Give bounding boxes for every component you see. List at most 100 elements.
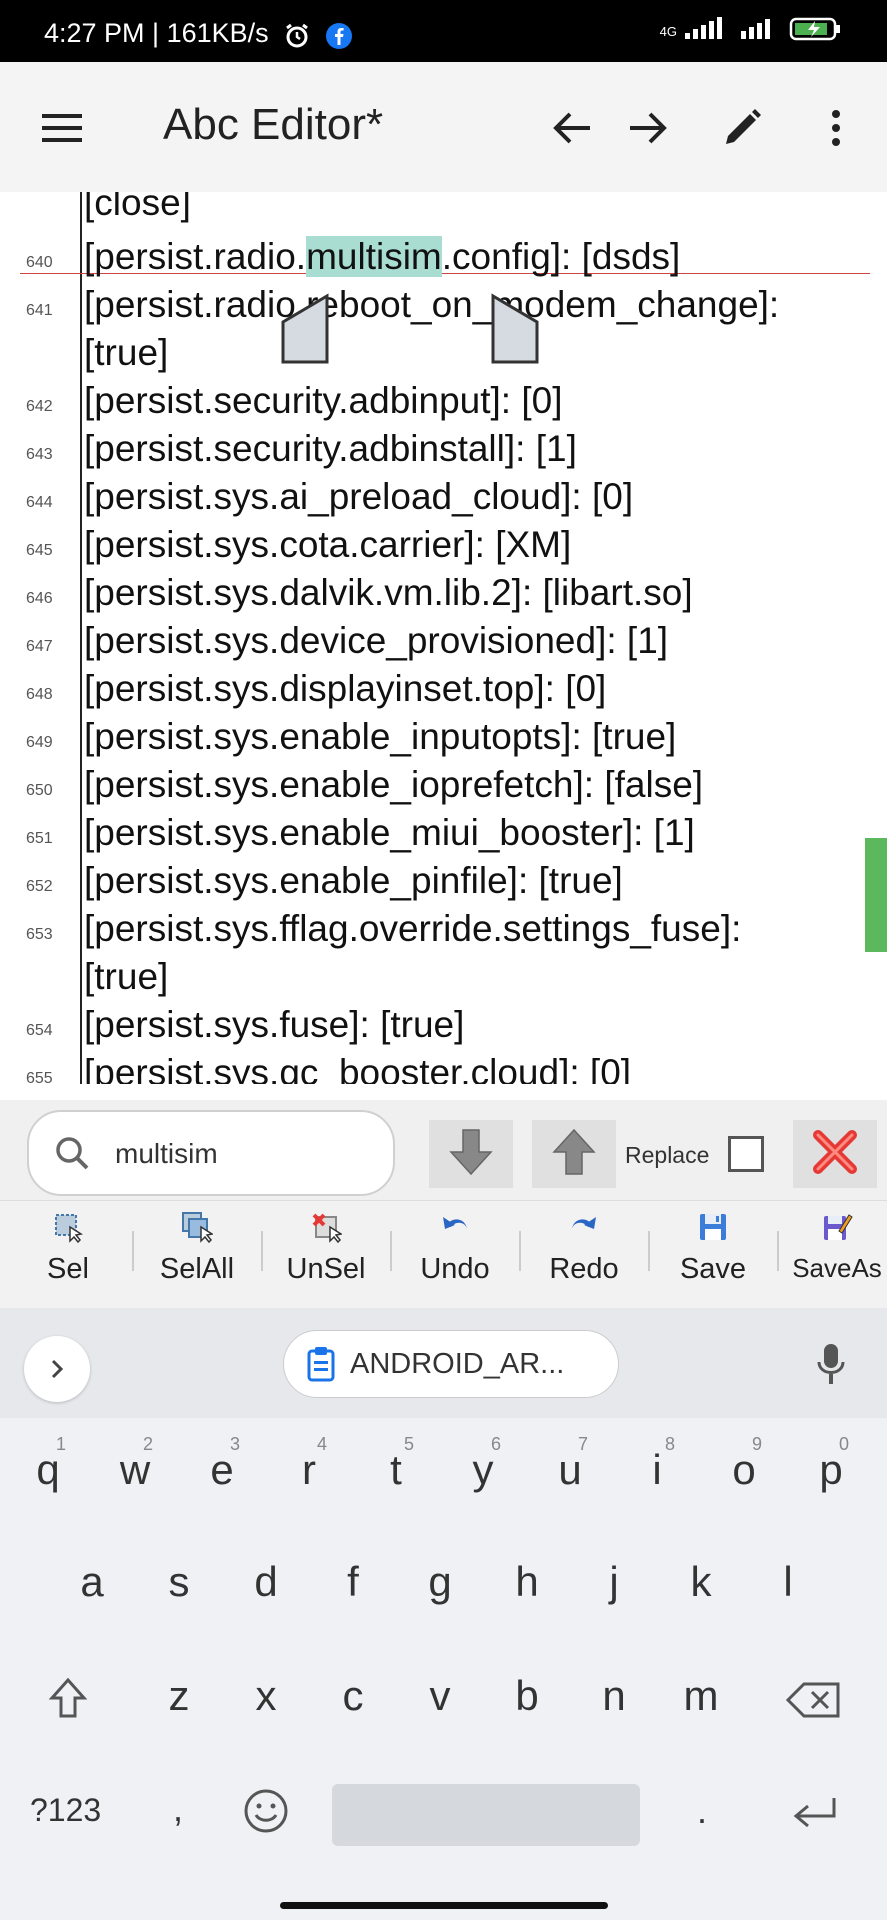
key-m[interactable]: m [675,1672,727,1720]
backspace-key[interactable] [785,1680,842,1725]
menu-icon[interactable] [38,104,86,152]
app-bar: Abc Editor* [0,62,887,192]
line-text: [persist.sys.enable_miui_booster]: [1] [84,812,695,853]
key-p[interactable]: p [805,1446,857,1494]
key-hint: 9 [752,1434,763,1454]
line-number: 650 [26,782,53,799]
tool-label: Save [679,1253,747,1285]
key-g[interactable]: g [414,1558,466,1606]
key-e[interactable]: e [196,1446,248,1494]
line-text-wrap: [true] [84,332,169,373]
search-input[interactable] [113,1130,377,1178]
spacebar[interactable] [332,1784,640,1846]
save-icon [697,1211,729,1243]
key-i[interactable]: i [631,1446,683,1494]
symbols-key[interactable]: ?123 [30,1792,101,1829]
key-f[interactable]: f [327,1558,379,1606]
save-button[interactable]: Save [658,1211,768,1301]
line-text-wrap: [true] [84,956,169,997]
partial-line: [close] [84,192,191,223]
comma-key[interactable]: , [173,1788,183,1830]
key-z[interactable]: z [153,1672,205,1720]
find-previous-button[interactable] [532,1120,616,1188]
selall-button[interactable]: SelAll [142,1211,252,1301]
scrollbar-thumb[interactable] [865,838,887,952]
key-y[interactable]: y [457,1446,509,1494]
line-text: [persist.sys.cota.carrier]: [XM] [84,524,572,565]
key-k[interactable]: k [675,1558,727,1606]
key-h[interactable]: h [501,1558,553,1606]
key-o[interactable]: o [718,1446,770,1494]
line-text: [persist.radio.multisim.config]: [dsds] [84,236,681,277]
microphone-icon[interactable] [816,1342,846,1391]
key-n[interactable]: n [588,1672,640,1720]
key-hint: 7 [578,1434,589,1454]
key-a[interactable]: a [66,1558,118,1606]
undo-arrow-icon[interactable] [546,102,598,154]
more-vert-icon[interactable] [810,102,862,154]
sel-button[interactable]: Sel [13,1211,123,1301]
keyboard-suggestion-strip: ANDROID_AR... [0,1308,887,1418]
period-key[interactable]: . [697,1790,707,1832]
enter-key[interactable] [790,1794,840,1835]
clipboard-suggestion[interactable]: ANDROID_AR... [283,1330,619,1398]
line-number: 655 [26,1070,53,1084]
key-hint: 8 [665,1434,676,1454]
alarm-icon [283,22,311,55]
close-find-button[interactable] [793,1120,877,1188]
key-hint: 5 [404,1434,415,1454]
divider [132,1231,134,1271]
selection-start-handle[interactable] [277,292,333,366]
find-next-button[interactable] [429,1120,513,1188]
key-l[interactable]: l [762,1558,814,1606]
key-q[interactable]: q [22,1446,74,1494]
saveas-button[interactable]: SaveAs [787,1211,887,1301]
status-bar: 4:27 PM | 161KB/s 4G [0,0,887,62]
key-d[interactable]: d [240,1558,292,1606]
key-b[interactable]: b [501,1672,553,1720]
shift-key[interactable] [48,1676,88,1725]
line-number: 645 [26,542,53,559]
replace-checkbox[interactable] [728,1136,764,1172]
key-c[interactable]: c [327,1672,379,1720]
key-x[interactable]: x [240,1672,292,1720]
line-number: 640 [26,254,53,271]
clipboard-icon [306,1346,336,1382]
line-number: 646 [26,590,53,607]
divider [519,1231,521,1271]
edit-toolbar: Sel SelAll UnSel Undo Redo Save SaveAs [0,1200,887,1309]
line-text: [persist.sys.ai_preload_cloud]: [0] [84,476,634,517]
line-number: 654 [26,1022,53,1039]
search-box[interactable] [27,1110,395,1196]
redo-arrow-icon[interactable] [622,102,674,154]
undo-button[interactable]: Undo [400,1211,510,1301]
facebook-icon [325,22,353,55]
text-editor[interactable]: [close] 640 [persist.radio.multisim.conf… [0,192,887,1084]
unsel-button[interactable]: UnSel [271,1211,381,1301]
key-w[interactable]: w [109,1446,161,1494]
key-t[interactable]: t [370,1446,422,1494]
edit-pencil-icon[interactable] [716,102,768,154]
line-number: 651 [26,830,53,847]
key-r[interactable]: r [283,1446,335,1494]
line-number: 642 [26,398,53,415]
emoji-key[interactable] [243,1788,289,1839]
redo-button[interactable]: Redo [529,1211,639,1301]
line-text: [persist.sys.dalvik.vm.lib.2]: [libart.s… [84,572,693,613]
key-u[interactable]: u [544,1446,596,1494]
key-v[interactable]: v [414,1672,466,1720]
key-hint: 2 [143,1434,154,1454]
tool-label: Redo [549,1253,619,1285]
key-j[interactable]: j [588,1558,640,1606]
home-indicator[interactable] [280,1902,608,1909]
battery-icon [789,16,843,47]
key-hint: 6 [491,1434,502,1454]
chevron-right-icon[interactable] [24,1336,90,1402]
down-arrow-icon [449,1128,493,1181]
key-s[interactable]: s [153,1558,205,1606]
selection-end-handle[interactable] [487,292,543,366]
divider [648,1231,650,1271]
tool-label: Sel [47,1253,89,1285]
line-number: 644 [26,494,53,511]
undo-icon [439,1211,471,1243]
